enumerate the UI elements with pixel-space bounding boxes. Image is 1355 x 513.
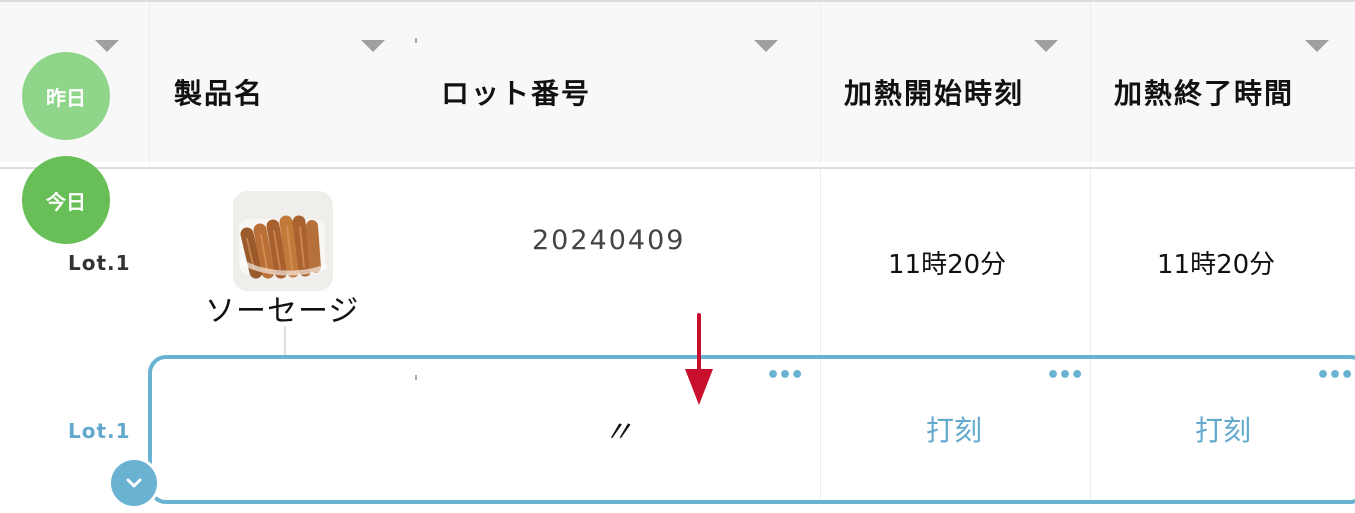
expand-row-button[interactable]: [108, 457, 160, 509]
more-horizontal-icon[interactable]: •••: [1046, 365, 1084, 387]
column-header-product-name: 製品名: [174, 77, 265, 110]
heating-start-value: 11時20分: [888, 250, 1007, 280]
new-lot-entry-row[interactable]: [148, 355, 1355, 504]
status-column-sort-icon[interactable]: [95, 40, 119, 52]
more-horizontal-icon[interactable]: •••: [1316, 365, 1354, 387]
product-name: ソーセージ: [205, 294, 360, 329]
header-column-divider: [820, 2, 821, 164]
yesterday-badge[interactable]: 昨日: [22, 52, 110, 140]
product-name-sort-icon[interactable]: [361, 40, 385, 52]
lot-number-value: 20240409: [532, 225, 686, 256]
sausage-image-icon: [233, 191, 333, 291]
header-column-divider: [1090, 2, 1091, 164]
header-column-divider: [149, 2, 150, 164]
heating-end-stamp-button[interactable]: 打刻: [1180, 409, 1266, 453]
heating-start-stamp-button[interactable]: 打刻: [911, 409, 997, 453]
header-row-separator: [0, 167, 1355, 169]
heating-start-sort-icon[interactable]: [1034, 40, 1058, 52]
column-header-lot-number: ロット番号: [441, 77, 592, 110]
heating-end-sort-icon[interactable]: [1305, 40, 1329, 52]
entry-row-column-divider: [1090, 359, 1091, 500]
row-column-divider: [820, 169, 821, 355]
row-column-divider: [1090, 169, 1091, 355]
lot-entry-screen: 製品名 ロット番号 加熱開始時刻 加熱終了時間 昨日 今日 Lot.1 ソーセー…: [0, 0, 1355, 513]
entry-row-column-divider: [820, 359, 821, 500]
heating-end-value: 11時20分: [1157, 250, 1276, 280]
header-tiny-mark: [415, 38, 417, 43]
column-header-heating-end: 加熱終了時間: [1114, 77, 1295, 110]
column-header-heating-start: 加熱開始時刻: [844, 77, 1025, 110]
chevron-down-icon: [126, 478, 142, 488]
today-badge[interactable]: 今日: [22, 156, 110, 244]
more-horizontal-icon[interactable]: •••: [766, 365, 804, 387]
ditto-mark: 〃: [603, 415, 633, 450]
next-lot-label: Lot.1: [68, 419, 131, 443]
lot-number-sort-icon[interactable]: [754, 40, 778, 52]
table-header-row: 製品名 ロット番号 加熱開始時刻 加熱終了時間: [0, 0, 1355, 164]
current-lot-label: Lot.1: [68, 251, 131, 275]
entry-tiny-mark: [415, 375, 417, 380]
down-arrow-icon: [685, 313, 713, 405]
